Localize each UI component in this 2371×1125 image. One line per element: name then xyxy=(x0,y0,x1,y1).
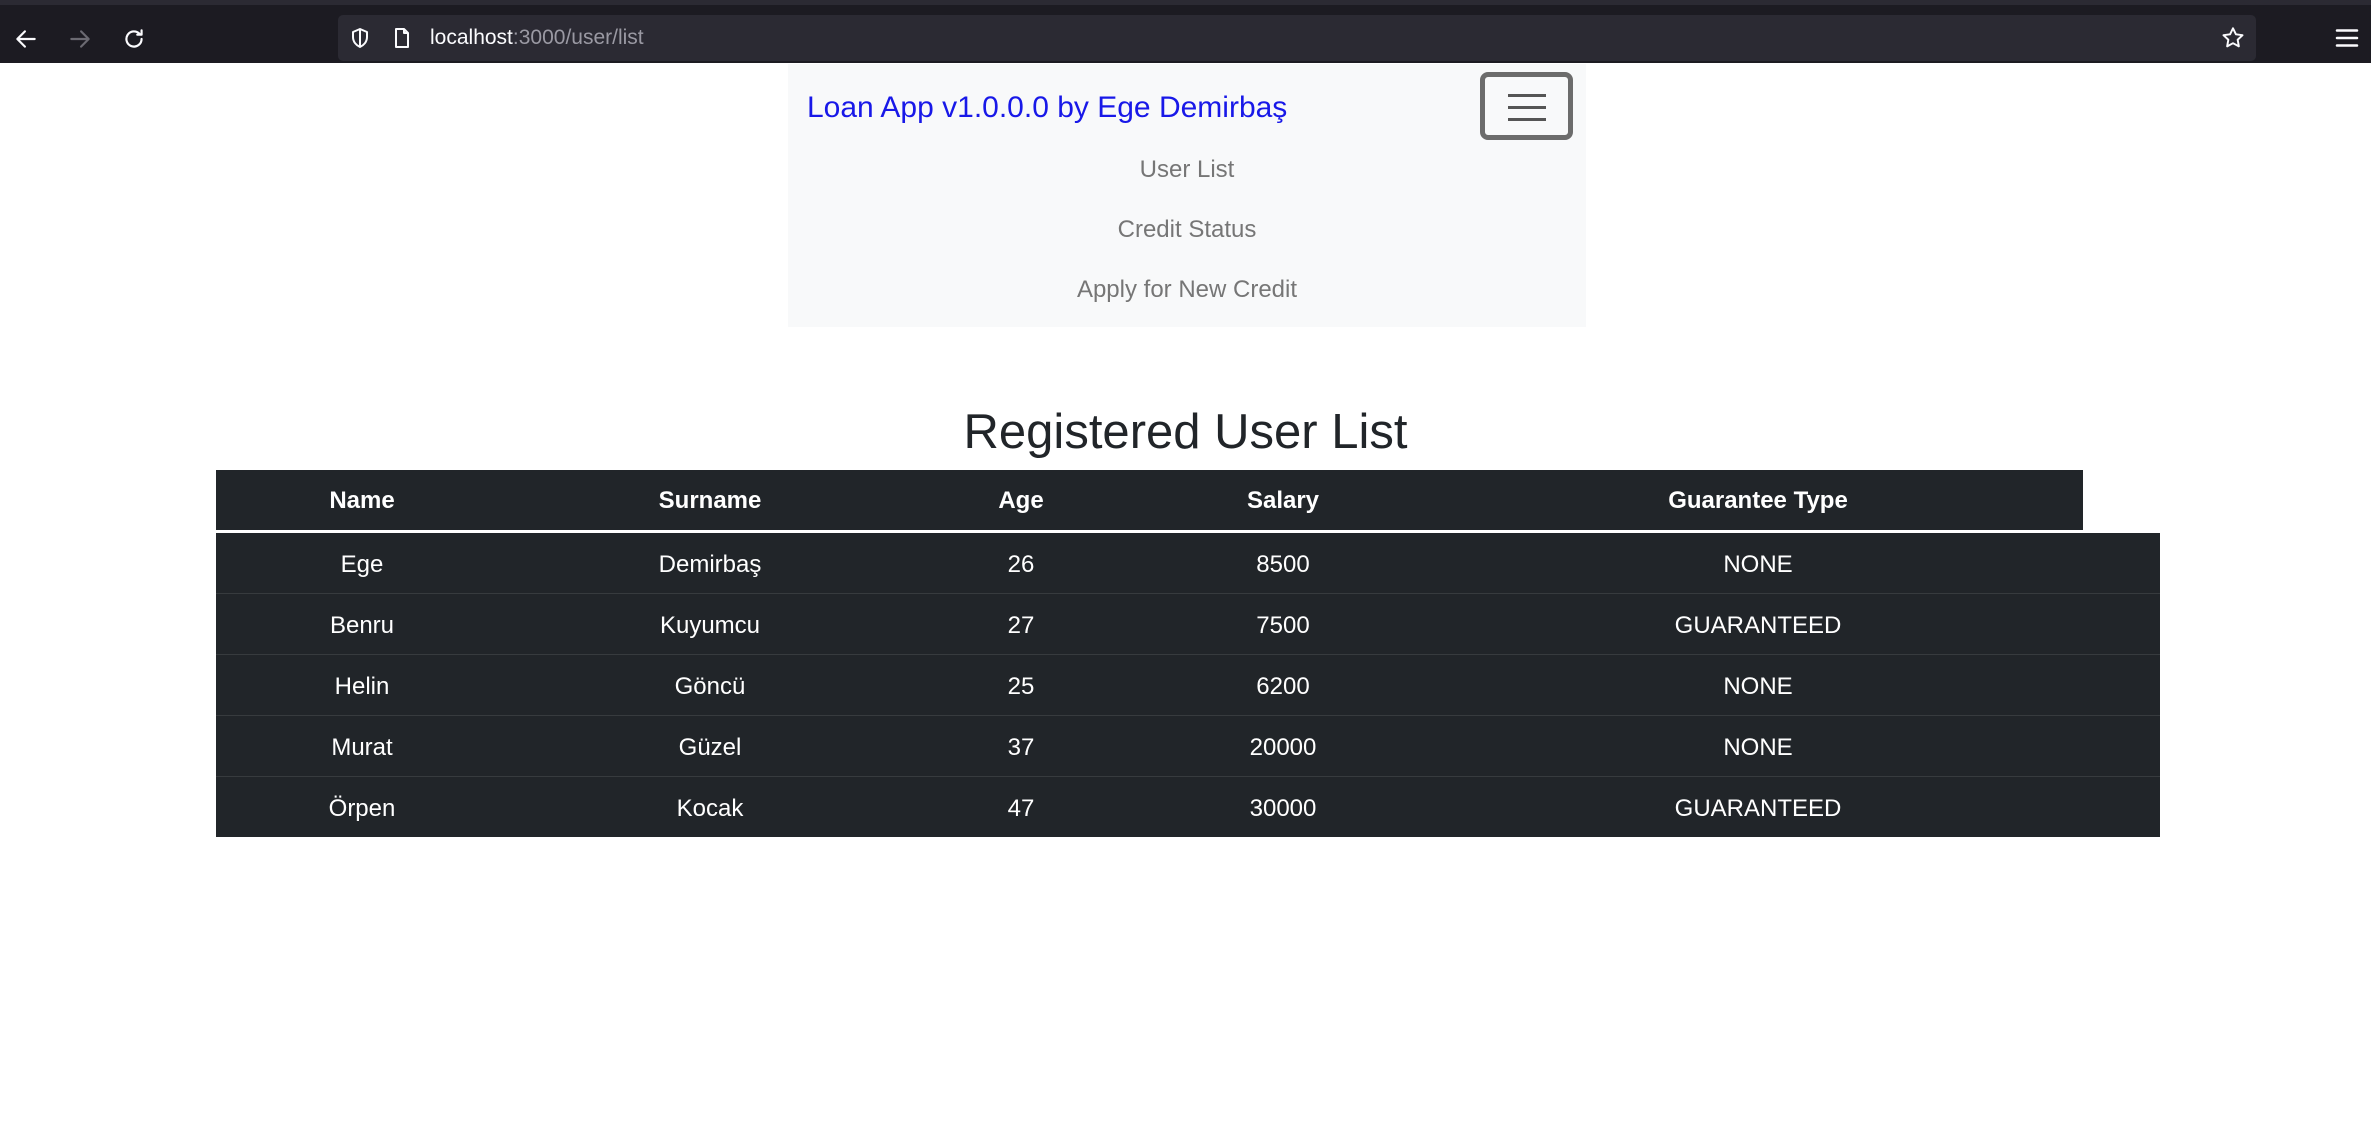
cell-salary: 8500 xyxy=(1256,551,1310,578)
cell-age: 25 xyxy=(1007,673,1035,700)
cell-age: 47 xyxy=(1007,795,1035,822)
toggler-bar xyxy=(1508,106,1546,109)
cell-name: Ege xyxy=(340,551,384,578)
cell-guarantee-type: GUARANTEED xyxy=(1674,612,1842,639)
cell-name: Murat xyxy=(331,734,393,761)
back-button[interactable] xyxy=(6,19,46,59)
back-arrow-icon xyxy=(16,30,36,48)
cell-guarantee-type: NONE xyxy=(1723,734,1793,761)
navbar-toggler-button[interactable] xyxy=(1480,72,1573,140)
cell-salary: 20000 xyxy=(1249,734,1317,761)
cell-surname: Güzel xyxy=(678,734,742,761)
url-text[interactable]: localhost:3000/user/list xyxy=(430,25,644,51)
cell-salary: 6200 xyxy=(1256,673,1310,700)
toggler-bar xyxy=(1508,118,1546,121)
cell-guarantee-type: GUARANTEED xyxy=(1674,795,1842,822)
column-header-surname: Surname xyxy=(658,487,762,514)
reload-icon xyxy=(125,29,143,48)
cell-surname: Demirbaş xyxy=(658,551,762,578)
cell-guarantee-type: NONE xyxy=(1723,551,1793,578)
table-row: Murat Güzel 37 20000 NONE xyxy=(216,716,2160,777)
nav-links: User List Credit Status Apply for New Cr… xyxy=(788,148,1586,328)
table-header: Name Surname Age Salary Guarantee Type xyxy=(216,470,2083,530)
table-row: Helin Göncü 25 6200 NONE xyxy=(216,655,2160,716)
table-body: Ege Demirbaş 26 8500 NONE Benru Kuyumcu … xyxy=(216,533,2160,837)
cell-name: Örpen xyxy=(328,795,396,822)
url-host: localhost xyxy=(430,26,513,49)
cell-salary: 7500 xyxy=(1256,612,1310,639)
cell-name: Benru xyxy=(329,612,395,639)
column-header-guarantee-type: Guarantee Type xyxy=(1668,487,1848,514)
cell-surname: Göncü xyxy=(674,673,746,700)
hamburger-menu-icon[interactable] xyxy=(2332,23,2362,53)
address-bar[interactable]: localhost:3000/user/list xyxy=(338,15,2256,61)
star-icon[interactable] xyxy=(2220,25,2246,51)
reload-button[interactable] xyxy=(114,19,154,59)
browser-toolbar: localhost:3000/user/list xyxy=(0,0,2371,63)
nav-link-credit-status[interactable]: Credit Status xyxy=(788,208,1586,268)
column-header-name: Name xyxy=(329,487,395,514)
shield-icon[interactable] xyxy=(348,26,372,50)
navbar: Loan App v1.0.0.0 by Ege Demirbaş User L… xyxy=(788,64,1586,327)
cell-name: Helin xyxy=(334,673,390,700)
forward-arrow-icon xyxy=(70,30,90,48)
cell-salary: 30000 xyxy=(1249,795,1317,822)
nav-link-user-list[interactable]: User List xyxy=(788,148,1586,208)
toggler-bar xyxy=(1508,94,1546,97)
forward-button[interactable] xyxy=(60,19,100,59)
page-icon[interactable] xyxy=(390,26,414,50)
table-row: Ege Demirbaş 26 8500 NONE xyxy=(216,533,2160,594)
url-path: :3000/user/list xyxy=(512,26,644,49)
navbar-brand[interactable]: Loan App v1.0.0.0 by Ege Demirbaş xyxy=(807,90,1287,126)
cell-surname: Kuyumcu xyxy=(659,612,761,639)
cell-surname: Kocak xyxy=(676,795,744,822)
table-row: Benru Kuyumcu 27 7500 GUARANTEED xyxy=(216,594,2160,655)
page-title: Registered User List xyxy=(963,405,1408,459)
column-header-salary: Salary xyxy=(1246,487,1320,514)
cell-age: 37 xyxy=(1007,734,1035,761)
cell-age: 26 xyxy=(1007,551,1035,578)
table-row: Örpen Kocak 47 30000 GUARANTEED xyxy=(216,777,2160,838)
cell-age: 27 xyxy=(1007,612,1035,639)
cell-guarantee-type: NONE xyxy=(1723,673,1793,700)
nav-link-apply-credit[interactable]: Apply for New Credit xyxy=(788,268,1586,328)
column-header-age: Age xyxy=(998,487,1044,514)
